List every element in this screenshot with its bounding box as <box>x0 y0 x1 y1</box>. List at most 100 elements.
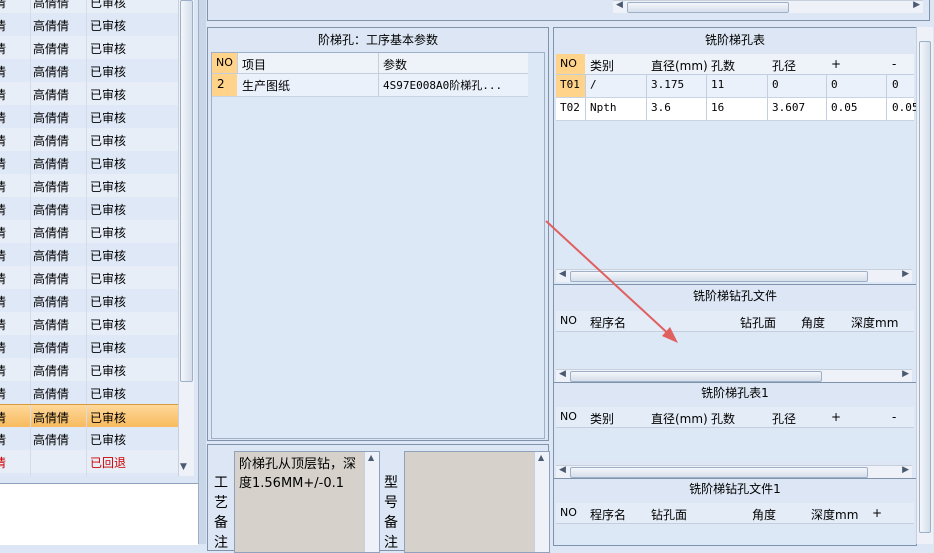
order-list: 倩高倩倩 已审核倩高倩倩 已审核倩高倩倩 已审核倩高倩倩 已审核倩高倩倩 已审核倩高倩倩已… <box>0 0 178 476</box>
scroll-up-arrow-icon[interactable]: ▲ <box>538 453 544 462</box>
top-hscrollbar[interactable]: ◀ ▶ <box>613 0 923 13</box>
list-item[interactable]: 倩高倩倩已审核 <box>0 473 178 476</box>
list-item[interactable]: 倩高倩倩已审核 <box>0 335 178 359</box>
model-memo-field[interactable]: ▲ <box>404 451 550 553</box>
mill1-col-hole[interactable]: 孔径 <box>772 410 796 427</box>
list-item[interactable]: 倩高倩倩已审核 <box>0 0 178 14</box>
drill-file-1-grid: NO 程序名 钻孔面 角度 深度mm + <box>556 503 914 545</box>
scroll-right-arrow-icon[interactable]: ▶ <box>902 269 909 279</box>
list-item[interactable]: 倩高倩倩已审核 <box>0 197 178 221</box>
scroll-left-arrow-icon[interactable]: ◀ <box>559 369 566 379</box>
mill-table-1-hscrollbar[interactable]: ◀ ▶ <box>556 465 912 478</box>
params-col-value[interactable]: 参数 <box>383 56 407 73</box>
mill1-col-count[interactable]: 孔数 <box>711 410 735 427</box>
list-cell-2: 高倩倩 <box>33 88 70 102</box>
list-item[interactable]: 倩高倩倩已审核 <box>0 358 178 382</box>
drill1-col-plus[interactable]: + <box>872 506 882 520</box>
splitter[interactable] <box>198 0 206 544</box>
list-item[interactable]: 倩高倩倩已审核 <box>0 243 178 267</box>
mill-table-title: 铣阶梯孔表 <box>704 33 765 47</box>
list-cell-3: 已审核 <box>90 0 127 10</box>
process-memo-text: 阶梯孔从顶层钻，深度1.56MM+/-0.1 <box>239 457 357 491</box>
list-cell-3: 已审核 <box>90 341 127 355</box>
table-row[interactable]: T01 / 3.175 11 0 0 0 <box>556 75 914 98</box>
drill-file-1-title: 铣阶梯钻孔文件1 <box>689 482 781 496</box>
order-list-scroll-thumb[interactable] <box>180 0 193 382</box>
mill-col-diameter[interactable]: 直径(mm) <box>651 57 708 74</box>
list-item[interactable]: 倩高倩倩已审核 <box>0 289 178 313</box>
scroll-down-arrow-icon[interactable]: ▼ <box>180 462 187 472</box>
right-vscrollbar[interactable] <box>916 27 933 544</box>
mill1-col-minus[interactable]: - <box>892 410 896 424</box>
scroll-up-arrow-icon[interactable]: ▲ <box>368 453 374 462</box>
list-item[interactable]: 倩高倩倩已审核 <box>0 404 178 429</box>
mill1-col-no[interactable]: NO <box>560 410 577 423</box>
model-memo-scrollbar[interactable]: ▲ <box>534 452 549 552</box>
list-item[interactable]: 倩高倩倩已审核 <box>0 13 178 37</box>
list-cell-2: 高倩倩 <box>33 65 70 79</box>
list-item[interactable]: 倩高倩倩已审核 <box>0 266 178 290</box>
scroll-left-arrow-icon[interactable]: ◀ <box>616 0 623 10</box>
list-item[interactable]: 倩高倩倩已审核 <box>0 128 178 152</box>
scroll-left-arrow-icon[interactable]: ◀ <box>559 465 566 475</box>
list-item[interactable]: 倩高倩倩已审核 <box>0 312 178 336</box>
mill-table-1-title: 铣阶梯孔表1 <box>701 386 769 400</box>
list-item[interactable]: 倩 已回退 <box>0 450 178 474</box>
mill-col-plus[interactable]: + <box>831 57 841 71</box>
list-cell-1: 倩 <box>0 111 7 125</box>
list-item[interactable]: 倩高倩倩已审核 <box>0 151 178 175</box>
scroll-right-arrow-icon[interactable]: ▶ <box>902 369 909 379</box>
drill-hscroll-thumb[interactable] <box>570 371 822 382</box>
drill1-col-no[interactable]: NO <box>560 506 577 519</box>
top-hscroll-thumb[interactable] <box>627 2 789 13</box>
mill-col-no[interactable]: NO <box>560 57 577 70</box>
list-item[interactable]: 倩高倩倩已审核 <box>0 105 178 129</box>
list-item[interactable]: 倩高倩倩已审核 <box>0 59 178 83</box>
list-cell-3: 已审核 <box>90 411 127 425</box>
list-cell-1: 倩 <box>0 318 7 332</box>
drill1-col-program[interactable]: 程序名 <box>590 506 626 523</box>
drill1-col-face[interactable]: 钻孔面 <box>651 506 687 523</box>
list-cell-3: 已审核 <box>90 226 127 240</box>
params-col-no[interactable]: NO <box>216 56 233 69</box>
mill-cell: 0.05 <box>831 101 858 114</box>
list-cell-3: 已审核 <box>90 157 127 171</box>
drill-col-depth[interactable]: 深度mm <box>851 314 898 331</box>
mill-cell: T01 <box>560 78 580 91</box>
list-item[interactable]: 倩高倩倩已审核 <box>0 220 178 244</box>
list-item[interactable]: 倩高倩倩已审核 <box>0 36 178 60</box>
process-memo-field[interactable]: 阶梯孔从顶层钻，深度1.56MM+/-0.1 ▲ <box>234 451 380 553</box>
list-cell-3: 已审核 <box>90 111 127 125</box>
drill-col-face[interactable]: 钻孔面 <box>740 314 776 331</box>
mill-col-type[interactable]: 类别 <box>590 57 614 74</box>
model-memo-label: 型号备注 <box>384 475 398 551</box>
mill-col-minus[interactable]: - <box>892 57 896 71</box>
drill-file-hscrollbar[interactable]: ◀ ▶ <box>556 369 912 382</box>
params-col-item[interactable]: 项目 <box>242 56 266 73</box>
mill-col-hole[interactable]: 孔径 <box>772 57 796 74</box>
right-vscroll-thumb[interactable] <box>919 41 931 533</box>
scroll-right-arrow-icon[interactable]: ▶ <box>902 465 909 475</box>
table-row[interactable]: 2 生产图纸 4S97E008A0阶梯孔... <box>212 74 528 97</box>
params-grid-header: NO 项目 参数 <box>212 53 528 74</box>
list-item[interactable]: 倩高倩倩已审核 <box>0 174 178 198</box>
mill-col-count[interactable]: 孔数 <box>711 57 735 74</box>
list-item[interactable]: 倩高倩倩已审核 <box>0 82 178 106</box>
list-item[interactable]: 倩高倩倩已审核 <box>0 381 178 405</box>
mill1-col-diameter[interactable]: 直径(mm) <box>651 410 708 427</box>
list-cell-3: 已回退 <box>90 456 127 470</box>
scroll-right-arrow-icon[interactable]: ▶ <box>913 0 920 10</box>
list-cell-2: 高倩倩 <box>33 226 70 240</box>
list-item[interactable]: 倩高倩倩已审核 <box>0 427 178 451</box>
drill1-col-angle[interactable]: 角度 <box>752 506 776 523</box>
drill-col-angle[interactable]: 角度 <box>801 314 825 331</box>
process-memo-label: 工艺备注 <box>214 475 228 551</box>
table-row[interactable]: T02 Npth 3.6 16 3.607 0.05 0.05 <box>556 98 919 121</box>
process-memo-scrollbar[interactable]: ▲ <box>364 452 379 552</box>
mill1-hscroll-thumb[interactable] <box>570 467 868 478</box>
mill-cell: 3.175 <box>651 78 685 91</box>
mill1-col-plus[interactable]: + <box>831 410 841 424</box>
mill1-col-type[interactable]: 类别 <box>590 410 614 427</box>
drill1-col-depth[interactable]: 深度mm <box>811 506 858 523</box>
params-panel: 阶梯孔：工序基本参数 NO 项目 参数 2 生产图纸 4S97E008A0阶梯孔… <box>207 27 549 441</box>
